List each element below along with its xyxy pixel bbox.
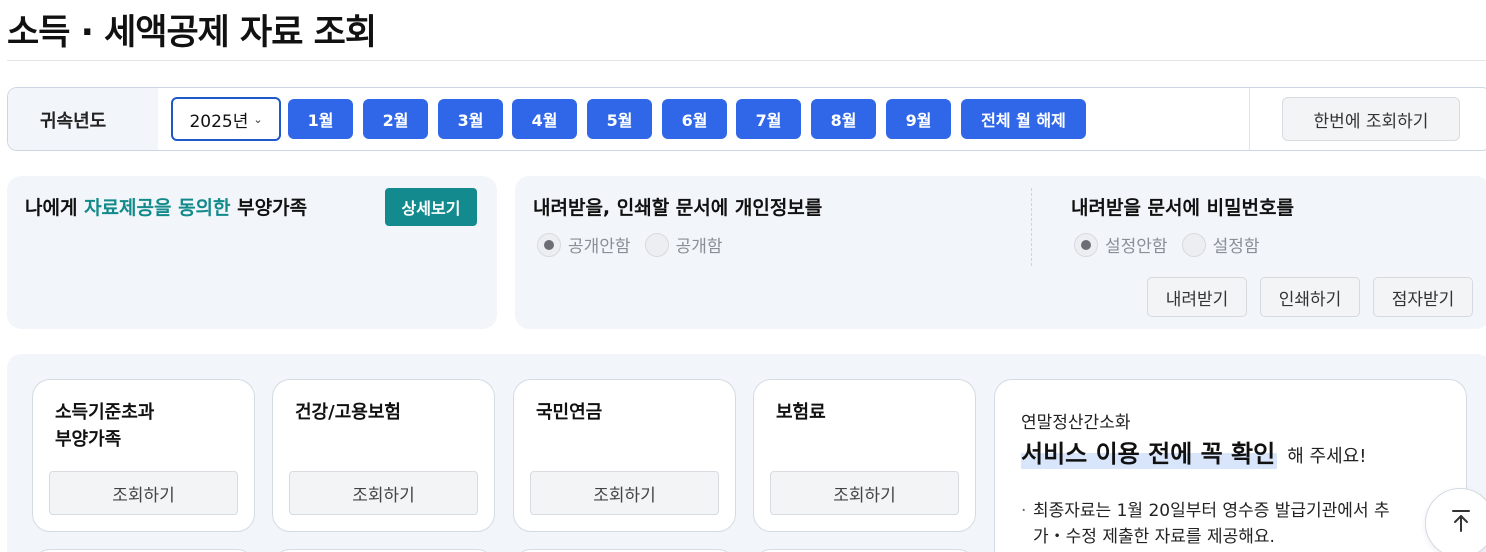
month-button-7[interactable]: 7월: [736, 99, 801, 139]
arrow-up-to-line-icon: [1452, 510, 1470, 532]
notice-headline-rest: 해 주세요!: [1287, 446, 1367, 467]
item-card-health-employment: 건강/고용보험 조회하기: [272, 379, 495, 532]
item-card-title: 건강/고용보험: [295, 402, 401, 423]
month-button-6[interactable]: 6월: [662, 99, 727, 139]
notice-text: · 최종자료는 1월 20일부터 영수증 발급기관에서 추가・수정 제출한 자료…: [1021, 498, 1421, 550]
radio-checked-icon: [537, 232, 561, 257]
notice-text-body: 최종자료는 1월 20일부터 영수증 발급기관에서 추가・수정 제출한 자료를 …: [1033, 501, 1390, 547]
options-divider: [1031, 188, 1032, 266]
print-button[interactable]: 인쇄하기: [1260, 277, 1360, 317]
deduction-items-panel: 소득기준초과 부양가족 조회하기 건강/고용보험 조회하기 국민연금 조회하기 …: [7, 354, 1486, 552]
month-button-8[interactable]: 8월: [811, 99, 876, 139]
item-card-excess-dependents: 소득기준초과 부양가족 조회하기: [32, 379, 255, 532]
radio-unchecked-icon: [644, 232, 669, 257]
privacy-radio-hide[interactable]: 공개안함: [537, 232, 631, 257]
notice-subtitle: 연말정산간소화: [1021, 413, 1131, 433]
item-card-title: 소득기준초과 부양가족: [55, 402, 155, 450]
query-all-button[interactable]: 한번에 조회하기: [1282, 97, 1460, 141]
detail-view-button[interactable]: 상세보기: [385, 188, 477, 226]
password-radio-group: 설정안함 설정함: [1074, 232, 1273, 257]
month-button-5[interactable]: 5월: [587, 99, 652, 139]
chevron-down-icon: ⌄: [253, 112, 263, 126]
dependents-panel: 나에게 자료제공을 동의한 부양가족 상세보기: [7, 176, 497, 329]
item-card-title: 보험료: [776, 402, 826, 423]
password-radio-none-label: 설정안함: [1105, 237, 1168, 257]
year-select[interactable]: 2025년 ⌄: [171, 97, 281, 141]
page-title: 소득 · 세액공제 자료 조회: [7, 13, 377, 53]
item-card-national-pension: 국민연금 조회하기: [513, 379, 736, 532]
notice-card: 연말정산간소화 서비스 이용 전에 꼭 확인 해 주세요! · 최종자료는 1월…: [994, 379, 1467, 552]
filter-divider: [1249, 88, 1250, 150]
privacy-radio-show[interactable]: 공개함: [644, 232, 723, 257]
query-insurance-button[interactable]: 조회하기: [770, 471, 959, 515]
dependents-title-suffix: 부양가족: [230, 197, 308, 219]
password-radio-none[interactable]: 설정안함: [1074, 232, 1168, 257]
month-button-1[interactable]: 1월: [288, 99, 353, 139]
password-option-title: 내려받을 문서에 비밀번호를: [1071, 197, 1294, 219]
notice-headline-strong: 서비스 이용 전에 꼭 확인: [1021, 434, 1278, 469]
download-options-panel: 내려받을, 인쇄할 문서에 개인정보를 공개안함 공개함 내려받을 문서에 비밀…: [515, 176, 1486, 329]
query-excess-dependents-button[interactable]: 조회하기: [49, 471, 238, 515]
month-button-4[interactable]: 4월: [512, 99, 577, 139]
notice-headline: 서비스 이용 전에 꼭 확인 해 주세요!: [1021, 434, 1366, 469]
query-national-pension-button[interactable]: 조회하기: [530, 471, 719, 515]
month-button-9[interactable]: 9월: [886, 99, 951, 139]
query-health-employment-button[interactable]: 조회하기: [289, 471, 478, 515]
item-card-insurance: 보험료 조회하기: [753, 379, 976, 532]
scroll-to-top-button[interactable]: [1425, 488, 1486, 552]
month-button-2[interactable]: 2월: [363, 99, 428, 139]
month-button-3[interactable]: 3월: [438, 99, 503, 139]
dependents-title-prefix: 나에게: [25, 197, 85, 219]
privacy-radio-hide-label: 공개안함: [568, 237, 631, 257]
radio-checked-icon: [1074, 232, 1098, 257]
year-select-value: 2025년: [189, 111, 249, 132]
privacy-option-title: 내려받을, 인쇄할 문서에 개인정보를: [533, 197, 823, 219]
privacy-radio-show-label: 공개함: [675, 237, 723, 257]
privacy-radio-group: 공개안함 공개함: [537, 232, 736, 257]
dependents-title-highlight: 자료제공을 동의한: [84, 197, 231, 219]
item-card-title: 국민연금: [536, 402, 603, 423]
year-filter-bar: 귀속년도 2025년 ⌄ 1월 2월 3월 4월 5월 6월 7월 8월 9월 …: [7, 87, 1486, 151]
download-button[interactable]: 내려받기: [1147, 277, 1247, 317]
dependents-title: 나에게 자료제공을 동의한 부양가족: [25, 193, 307, 220]
password-radio-set-label: 설정함: [1212, 237, 1260, 257]
filter-label-cell: 귀속년도: [8, 88, 158, 150]
notice-bullet: ·: [1021, 501, 1027, 521]
year-label: 귀속년도: [40, 111, 107, 132]
title-divider: [7, 60, 1486, 61]
radio-unchecked-icon: [1181, 232, 1206, 257]
braille-button[interactable]: 점자받기: [1373, 277, 1473, 317]
password-radio-set[interactable]: 설정함: [1181, 232, 1260, 257]
clear-all-months-button[interactable]: 전체 월 해제: [961, 99, 1086, 139]
